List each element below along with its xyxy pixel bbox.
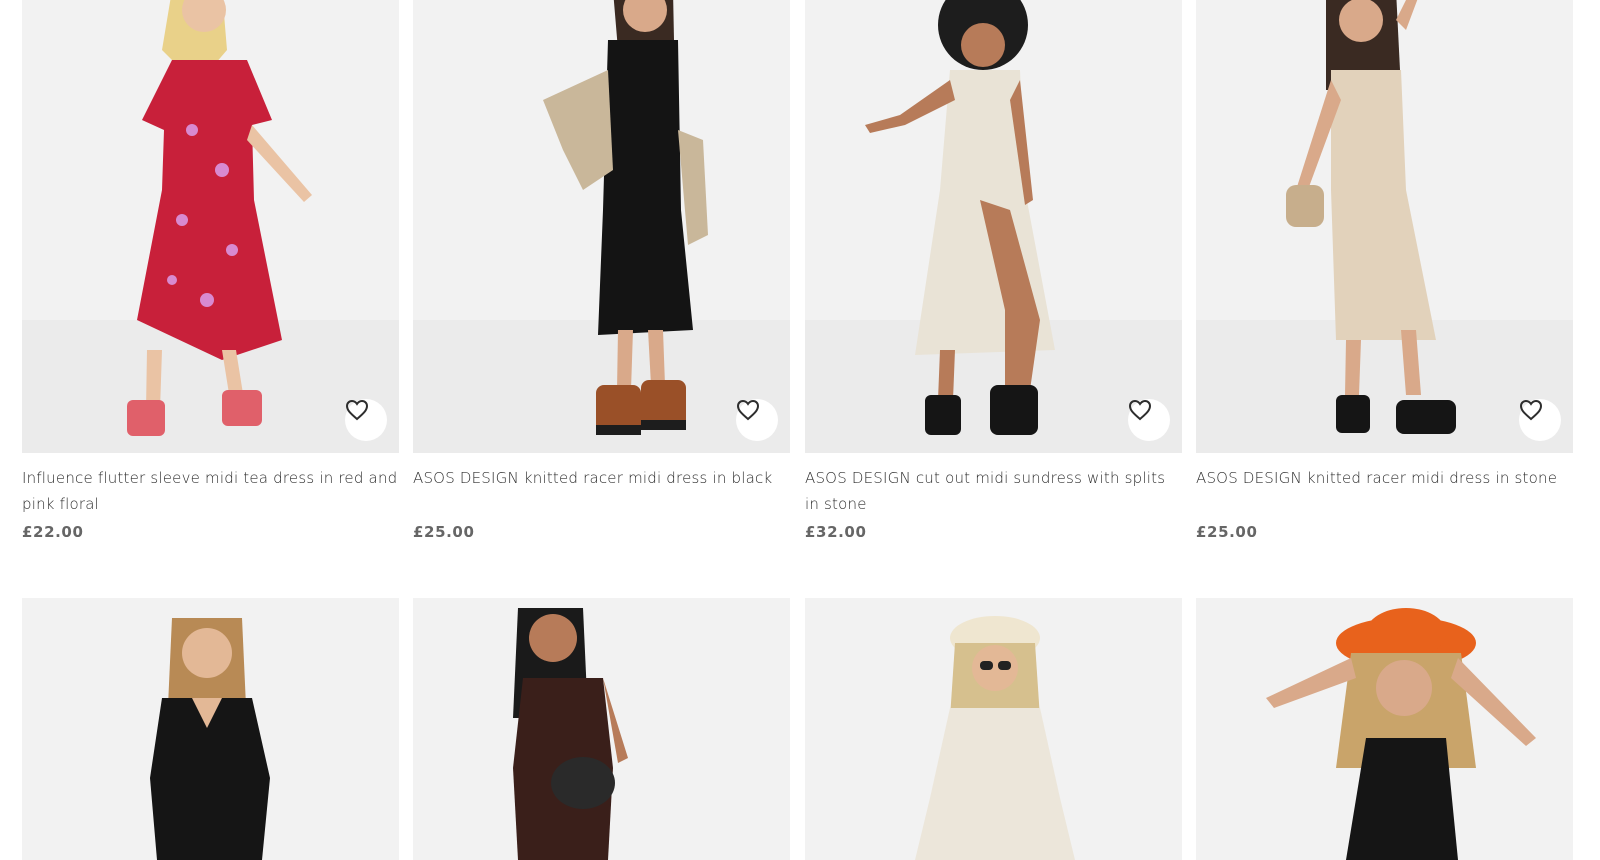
- save-for-later-button[interactable]: [1519, 399, 1561, 441]
- product-image[interactable]: [413, 598, 790, 860]
- product-title[interactable]: ASOS DESIGN cut out midi sundress with s…: [805, 465, 1182, 517]
- product-card[interactable]: ASOS DESIGN cut out midi sundress with s…: [805, 0, 1182, 541]
- product-title[interactable]: Influence flutter sleeve midi tea dress …: [22, 465, 399, 517]
- model-figure: [1196, 598, 1573, 860]
- product-card[interactable]: [805, 598, 1182, 860]
- product-image[interactable]: [22, 598, 399, 860]
- save-for-later-button[interactable]: [736, 399, 778, 441]
- heart-outline-icon: [736, 399, 760, 421]
- model-figure: [413, 598, 790, 860]
- product-title[interactable]: ASOS DESIGN knitted racer midi dress in …: [1196, 465, 1573, 517]
- model-figure: [413, 0, 790, 453]
- model-figure: [22, 598, 399, 860]
- product-card[interactable]: [413, 598, 790, 860]
- save-for-later-button[interactable]: [1128, 399, 1170, 441]
- product-image[interactable]: [805, 598, 1182, 860]
- product-title[interactable]: ASOS DESIGN knitted racer midi dress in …: [413, 465, 790, 517]
- product-card[interactable]: Influence flutter sleeve midi tea dress …: [22, 0, 399, 541]
- product-price: £32.00: [805, 523, 867, 541]
- product-price: £22.00: [22, 523, 84, 541]
- save-for-later-button[interactable]: [345, 399, 387, 441]
- heart-outline-icon: [1128, 399, 1152, 421]
- product-image[interactable]: [1196, 0, 1573, 453]
- heart-outline-icon: [345, 399, 369, 421]
- product-card[interactable]: [1196, 598, 1573, 860]
- model-figure: [805, 0, 1182, 453]
- product-card[interactable]: ASOS DESIGN knitted racer midi dress in …: [413, 0, 790, 541]
- heart-outline-icon: [1519, 399, 1543, 421]
- product-price: £25.00: [413, 523, 475, 541]
- product-grid: Influence flutter sleeve midi tea dress …: [0, 0, 1600, 860]
- model-figure: [805, 598, 1182, 860]
- model-figure: [22, 0, 399, 453]
- product-image[interactable]: [413, 0, 790, 453]
- product-card[interactable]: [22, 598, 399, 860]
- product-image[interactable]: [805, 0, 1182, 453]
- product-image[interactable]: [1196, 598, 1573, 860]
- model-figure: [1196, 0, 1573, 453]
- product-price: £25.00: [1196, 523, 1258, 541]
- product-image[interactable]: [22, 0, 399, 453]
- product-card[interactable]: ASOS DESIGN knitted racer midi dress in …: [1196, 0, 1573, 541]
